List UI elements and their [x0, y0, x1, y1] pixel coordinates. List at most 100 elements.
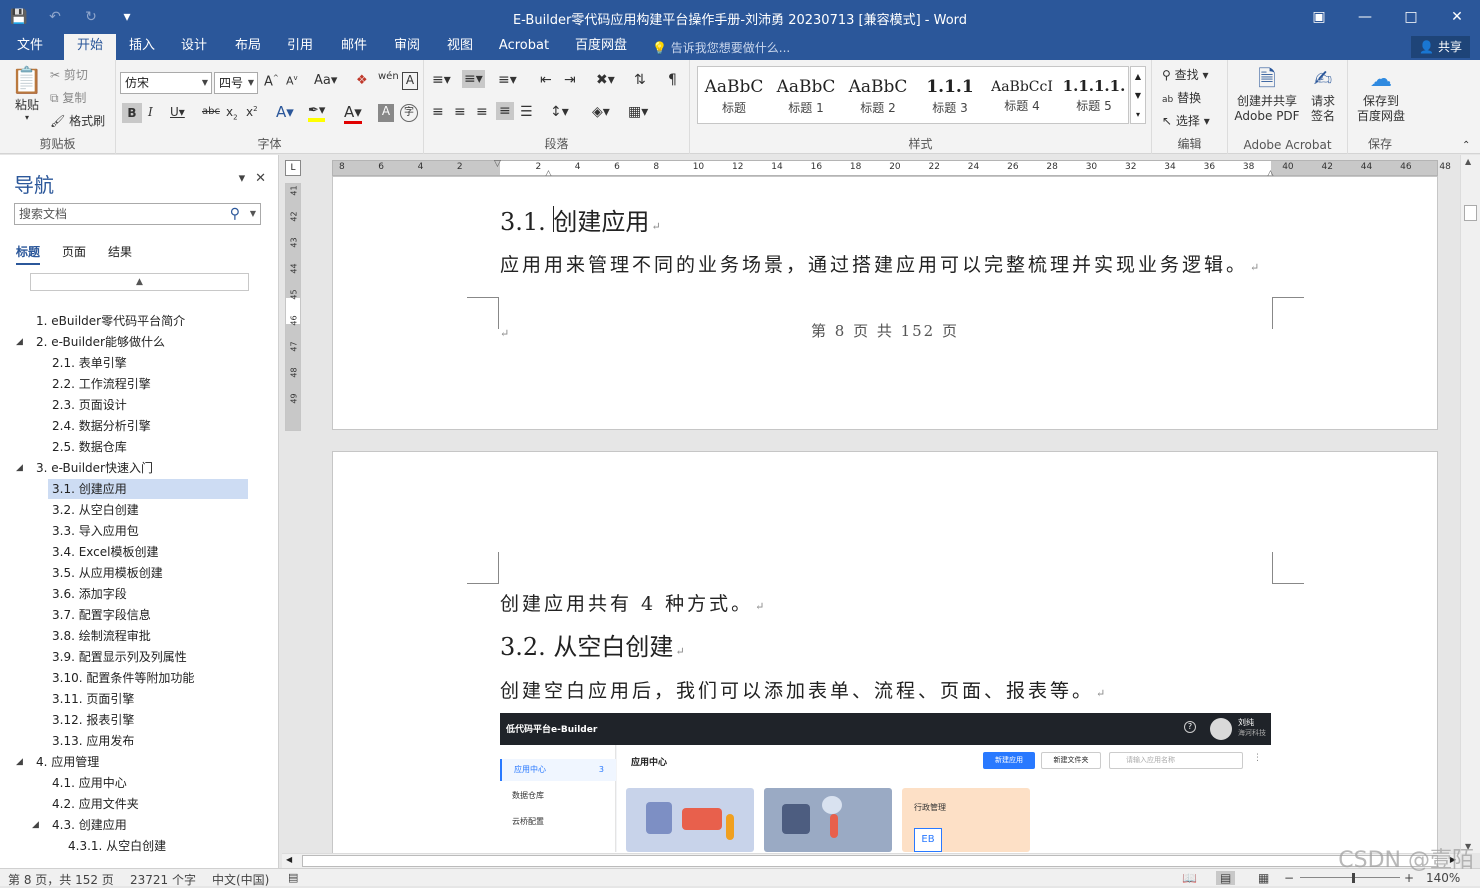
vertical-scrollbar[interactable]: ▲ ▼ — [1460, 155, 1480, 853]
select-button[interactable]: ↖ 选择 ▾ — [1162, 112, 1210, 129]
word-count[interactable]: 23721 个字 — [130, 871, 196, 888]
nav-tab-headings[interactable]: 标题 — [16, 243, 41, 265]
chevron-down-icon[interactable]: ▼ — [1131, 86, 1145, 105]
nav-heading-item[interactable]: 2.5. 数据仓库 — [48, 437, 127, 457]
maximize-button[interactable]: □ — [1388, 0, 1434, 34]
chevron-up-icon[interactable]: ▲ — [1131, 67, 1145, 86]
close-icon[interactable]: ✕ — [255, 171, 266, 186]
tab-selector[interactable]: L — [285, 160, 301, 176]
page-count[interactable]: 第 8 页，共 152 页 — [8, 871, 114, 888]
nav-heading-item[interactable]: 3.10. 配置条件等附加功能 — [48, 668, 194, 688]
page-footer[interactable]: 第 8 页 共 152 页 — [0, 320, 1480, 341]
style-heading-3[interactable]: 1.1.1 标题 3 — [914, 67, 986, 123]
tab-home[interactable]: 开始 — [64, 34, 116, 60]
justify-icon[interactable]: ≡ — [496, 102, 514, 120]
italic-button[interactable]: I — [148, 105, 153, 119]
bold-button[interactable]: B — [122, 103, 142, 123]
nav-tab-results[interactable]: 结果 — [108, 243, 132, 265]
format-painter-button[interactable]: 🖌 格式刷 — [50, 112, 105, 129]
nav-scroll-up-bar[interactable]: ▲ — [30, 273, 249, 291]
nav-heading-item[interactable]: 4.1. 应用中心 — [48, 773, 127, 793]
chinese-layout-icon[interactable]: ✖▾ — [596, 72, 615, 88]
heading-3-2[interactable]: 3.2. 从空白创建 ↵ — [500, 627, 685, 662]
cut-button[interactable]: ✂ 剪切 — [50, 66, 88, 83]
collapse-ribbon-icon[interactable]: ⌃ — [1462, 140, 1470, 151]
find-button[interactable]: ⚲ 查找 ▾ — [1162, 66, 1208, 83]
read-mode-icon[interactable]: 📖 — [1182, 871, 1197, 885]
tab-layout[interactable]: 布局 — [226, 34, 270, 60]
paragraph-3-1[interactable]: 应用用来管理不同的业务场景，通过搭建应用可以完整梳理并实现业务逻辑。 ↵ — [500, 250, 1262, 277]
scroll-thumb[interactable] — [302, 855, 1438, 867]
expand-icon[interactable]: ◢ — [16, 458, 23, 478]
align-left-icon[interactable]: ≡ — [432, 104, 444, 120]
styles-scroll[interactable]: ▲ ▼ ▾ — [1130, 66, 1146, 124]
text-effects-icon[interactable]: A▾ — [276, 103, 294, 121]
nav-heading-item[interactable]: 3.4. Excel模板创建 — [48, 542, 159, 562]
expand-icon[interactable]: ◢ — [32, 815, 39, 835]
nav-heading-item[interactable]: ◢ 4. 应用管理 — [16, 752, 99, 772]
paragraph-ways[interactable]: 创建应用共有 4 种方式。 ↵ — [500, 589, 767, 616]
zoom-out-icon[interactable]: − — [1284, 871, 1294, 885]
tab-references[interactable]: 引用 — [278, 34, 322, 60]
tab-insert[interactable]: 插入 — [120, 34, 164, 60]
nav-heading-item[interactable]: 2.2. 工作流程引擎 — [48, 374, 151, 394]
font-color-icon[interactable]: A▾ — [344, 103, 362, 124]
highlight-icon[interactable]: ✒▾ — [308, 103, 326, 122]
subscript-button[interactable]: x2 — [226, 105, 238, 121]
nav-heading-item[interactable]: 4.3.1. 从空白创建 — [64, 836, 166, 856]
nav-heading-item[interactable]: 3.2. 从空白创建 — [48, 500, 139, 520]
web-layout-icon[interactable]: ▦ — [1258, 871, 1269, 885]
strikethrough-button[interactable]: abc — [202, 106, 220, 117]
align-center-icon[interactable]: ≡ — [454, 104, 466, 120]
chevron-down-icon[interactable]: ▼ — [250, 204, 256, 224]
proofing-icon[interactable]: ▤ — [288, 871, 298, 884]
distribute-icon[interactable]: ☰ — [520, 104, 533, 120]
enclose-character-icon[interactable]: 字 — [400, 104, 418, 122]
tab-file[interactable]: 文件 — [8, 34, 52, 60]
line-spacing-icon[interactable]: ↕▾ — [550, 104, 569, 120]
bullets-icon[interactable]: ≡▾ — [432, 72, 451, 88]
paragraph-3-2[interactable]: 创建空白应用后，我们可以添加表单、流程、页面、报表等。 ↵ — [500, 676, 1108, 703]
more-styles-icon[interactable]: ▾ — [1131, 105, 1145, 124]
chevron-up-icon[interactable]: ▲ — [1465, 157, 1471, 166]
nav-heading-item[interactable]: 3.6. 添加字段 — [48, 584, 127, 604]
phonetic-guide-icon[interactable]: wén — [378, 71, 399, 82]
clear-formatting-icon[interactable]: ❖ — [356, 73, 368, 88]
tab-acrobat[interactable]: Acrobat — [494, 34, 554, 60]
show-marks-icon[interactable]: ¶ — [668, 72, 677, 88]
tell-me-box[interactable]: 💡 告诉我您想要做什么... — [652, 39, 790, 56]
nav-tab-pages[interactable]: 页面 — [62, 243, 86, 265]
chevron-down-icon[interactable]: ▾ — [239, 171, 246, 186]
horizontal-ruler[interactable]: 8 6 4 2 2 4 6 8 10 12 14 16 18 20 22 24 26 28 30 32 34 36 38 40… — [332, 159, 1451, 179]
zoom-slider[interactable] — [1300, 877, 1400, 878]
nav-heading-item[interactable]: 3.9. 配置显示列及列属性 — [48, 647, 187, 667]
print-layout-icon[interactable]: ▤ — [1216, 871, 1236, 885]
close-button[interactable]: ✕ — [1434, 0, 1480, 34]
tab-view[interactable]: 视图 — [438, 34, 482, 60]
underline-button[interactable]: U▾ — [170, 105, 185, 119]
nav-heading-item[interactable]: 3.7. 配置字段信息 — [48, 605, 151, 625]
font-name-select[interactable]: 仿宋 ▼ — [120, 72, 212, 94]
request-signature-button[interactable]: ✍ 请求 签名 — [1306, 66, 1340, 124]
nav-heading-item[interactable]: 2.1. 表单引擎 — [48, 353, 127, 373]
language[interactable]: 中文(中国) — [212, 871, 269, 888]
sort-icon[interactable]: ⇅ — [634, 72, 646, 88]
shrink-font-button[interactable]: Av — [286, 74, 298, 88]
numbering-icon[interactable]: ≡▾ — [462, 70, 485, 88]
nav-heading-item[interactable]: 3.8. 绘制流程审批 — [48, 626, 151, 646]
nav-heading-item[interactable]: 3.3. 导入应用包 — [48, 521, 139, 541]
borders-icon[interactable]: ▦▾ — [628, 104, 648, 120]
heading-3-1[interactable]: 3.1. 创建应用 ↵ — [500, 202, 661, 237]
nav-heading-item[interactable]: 3.1. 创建应用 — [48, 479, 248, 499]
copy-button[interactable]: ⧉ 复制 — [50, 89, 86, 106]
character-shading-icon[interactable]: A — [378, 104, 394, 122]
nav-heading-item[interactable]: 3.11. 页面引擎 — [48, 689, 134, 709]
share-button[interactable]: 👤 共享 — [1411, 36, 1470, 58]
horizontal-scrollbar[interactable]: ◀ ▶ — [282, 853, 1460, 868]
character-border-icon[interactable]: A — [402, 72, 418, 90]
nav-heading-item[interactable]: 3.5. 从应用模板创建 — [48, 563, 163, 583]
nav-heading-item[interactable]: ◢ 4.3. 创建应用 — [32, 815, 127, 835]
decrease-indent-icon[interactable]: ⇤ — [540, 72, 552, 88]
style-title[interactable]: AaBbC 标题 — [698, 67, 770, 123]
style-heading-4[interactable]: AaBbCcI 标题 4 — [986, 67, 1058, 123]
